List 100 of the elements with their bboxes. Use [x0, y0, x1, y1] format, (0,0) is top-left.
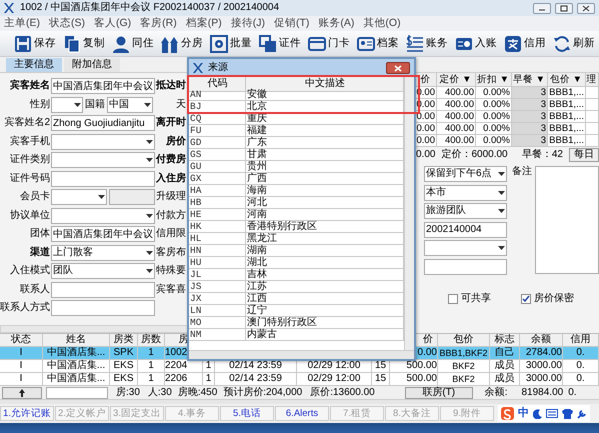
toolbar-button[interactable]: 入账 [455, 34, 497, 52]
shirt-icon[interactable] [562, 408, 573, 418]
daily-button[interactable]: 每日 [569, 148, 599, 162]
room-nights-total: 房晚:450 [178, 386, 218, 398]
moon-icon[interactable] [533, 408, 542, 418]
table-cell: 0.00 [416, 135, 437, 147]
toolbar-button[interactable]: 信用 [504, 34, 546, 52]
dropdown[interactable]: 团队 [51, 263, 155, 280]
input-field[interactable] [51, 282, 155, 298]
toolbar-button[interactable]: 分房 [161, 34, 203, 52]
scroll-up-button[interactable] [2, 386, 42, 398]
dropdown[interactable]: 中国 [107, 96, 153, 113]
app-logo-icon [193, 63, 205, 73]
table-cell: 0.00% [476, 111, 512, 123]
table-cell: 甘肃 [246, 149, 404, 161]
keyboard-icon[interactable] [546, 409, 558, 418]
dropdown[interactable] [51, 96, 83, 113]
maximize-button[interactable] [555, 2, 573, 14]
input-mode-indicator[interactable]: 中 [518, 406, 529, 420]
column-header[interactable]: 姓名 [43, 334, 110, 347]
menu-item[interactable]: 档案(P) [186, 17, 222, 30]
column-header[interactable]: 标志 [490, 334, 520, 347]
link-rooms-button[interactable]: 联房(T) [404, 386, 473, 398]
table-cell: BBB1,... [548, 87, 586, 99]
table-cell: 0. [563, 347, 599, 360]
tab[interactable]: 6.Alerts [275, 406, 329, 421]
tab[interactable]: 1.允许记账 [0, 406, 54, 421]
field-label: 性别 [28, 98, 50, 111]
column-header[interactable]: 理 [586, 73, 599, 87]
toolbar-button[interactable]: 刷新 [553, 34, 595, 52]
toolbar-button[interactable]: 同住 [112, 34, 154, 52]
menu-item[interactable]: 其他(O) [363, 17, 401, 30]
field-label: 付款方 [156, 210, 186, 222]
input-field[interactable] [51, 300, 155, 316]
toolbar-button[interactable]: 门卡 [308, 34, 350, 52]
scrollbar[interactable] [189, 350, 414, 359]
tab[interactable]: 主要信息 [6, 58, 62, 72]
toolbar-button[interactable]: 账务 [406, 34, 448, 52]
menu-item[interactable]: 状态(S) [49, 17, 85, 30]
dropdown[interactable]: 旅游团队 [424, 203, 507, 219]
minimize-button[interactable] [533, 2, 551, 14]
table-cell: BBB1,BKF2 [438, 347, 490, 360]
toolbar-button[interactable]: 证件 [259, 34, 301, 52]
remarks-field[interactable] [535, 166, 599, 274]
table-cell: 河北 [246, 197, 404, 209]
dropdown[interactable]: 保留到下午6点 [424, 166, 507, 182]
dropdown[interactable]: 上门散客 [51, 244, 155, 261]
menu-item[interactable]: 客房(R) [140, 17, 177, 30]
input-field[interactable] [51, 170, 155, 187]
table-cell: HB [189, 197, 246, 209]
up-arrow-icon [19, 388, 25, 396]
breakfast-total: 早餐：42 [522, 149, 563, 161]
column-header[interactable]: 价 [416, 73, 437, 87]
table-cell: 2784.00 [520, 347, 563, 360]
dropdown[interactable]: 本市 [424, 184, 507, 200]
table-cell: 3 [512, 123, 548, 135]
close-button[interactable] [386, 62, 410, 74]
menu-item[interactable]: 客人(G) [94, 17, 132, 30]
toolbar-button[interactable]: 保存 [14, 34, 56, 52]
close-button[interactable] [577, 2, 595, 14]
input-field[interactable] [46, 386, 108, 398]
input-field[interactable]: Zhong Guojiudianjitu [51, 115, 155, 132]
column-header[interactable]: 包价 [438, 334, 490, 347]
tab[interactable]: 5.电话 [220, 406, 274, 421]
table-cell: 400.00 [437, 135, 476, 147]
column-header[interactable]: 状态 [0, 334, 43, 347]
menu-item[interactable]: 主单(E) [4, 17, 40, 30]
input-field[interactable]: 中国酒店集团年中会议 [51, 226, 155, 242]
column-header[interactable]: 包价 ▼ [548, 73, 586, 87]
overlapping-squares-icon [259, 34, 277, 52]
toolbar-button[interactable]: 批量 [210, 34, 252, 52]
scrollbar[interactable] [404, 77, 414, 350]
column-header[interactable]: 折扣 ▼ [476, 73, 512, 87]
table-cell: 3 [512, 99, 548, 111]
table-cell: HA [189, 185, 246, 197]
caret-icon [498, 209, 505, 213]
maximize-icon [559, 4, 569, 12]
wrench-icon[interactable] [577, 408, 587, 418]
menu-item[interactable]: 账务(A) [318, 17, 354, 30]
checkbox[interactable] [521, 294, 531, 304]
toolbar-button[interactable]: 档案 [357, 34, 399, 52]
dollar-lines-icon [406, 34, 424, 52]
checkbox[interactable] [448, 294, 458, 304]
input-field[interactable]: 2002140004 [424, 222, 507, 238]
caret-icon [146, 140, 153, 144]
column-header[interactable]: 定价 ▼ [437, 73, 476, 87]
tab[interactable]: 附加信息 [64, 58, 120, 72]
column-header[interactable]: 代码 [189, 77, 246, 92]
input-field[interactable] [424, 258, 507, 274]
toolbar-button[interactable]: 复制 [63, 34, 105, 52]
menu-item[interactable]: 接待(J) [230, 17, 265, 30]
field-label: 证件类别 [9, 154, 50, 166]
input-field[interactable] [109, 189, 155, 206]
column-header[interactable]: 信用 [563, 334, 599, 347]
input-field[interactable]: 中国酒店集团年中会议 [51, 78, 155, 94]
menu-item[interactable]: 促销(T) [274, 17, 310, 30]
table-cell: HE [189, 209, 246, 221]
checkbox-label: 房价保密 [534, 292, 574, 304]
table-cell: JX [189, 293, 246, 305]
column-header[interactable]: 早餐 ▼ [512, 73, 548, 87]
